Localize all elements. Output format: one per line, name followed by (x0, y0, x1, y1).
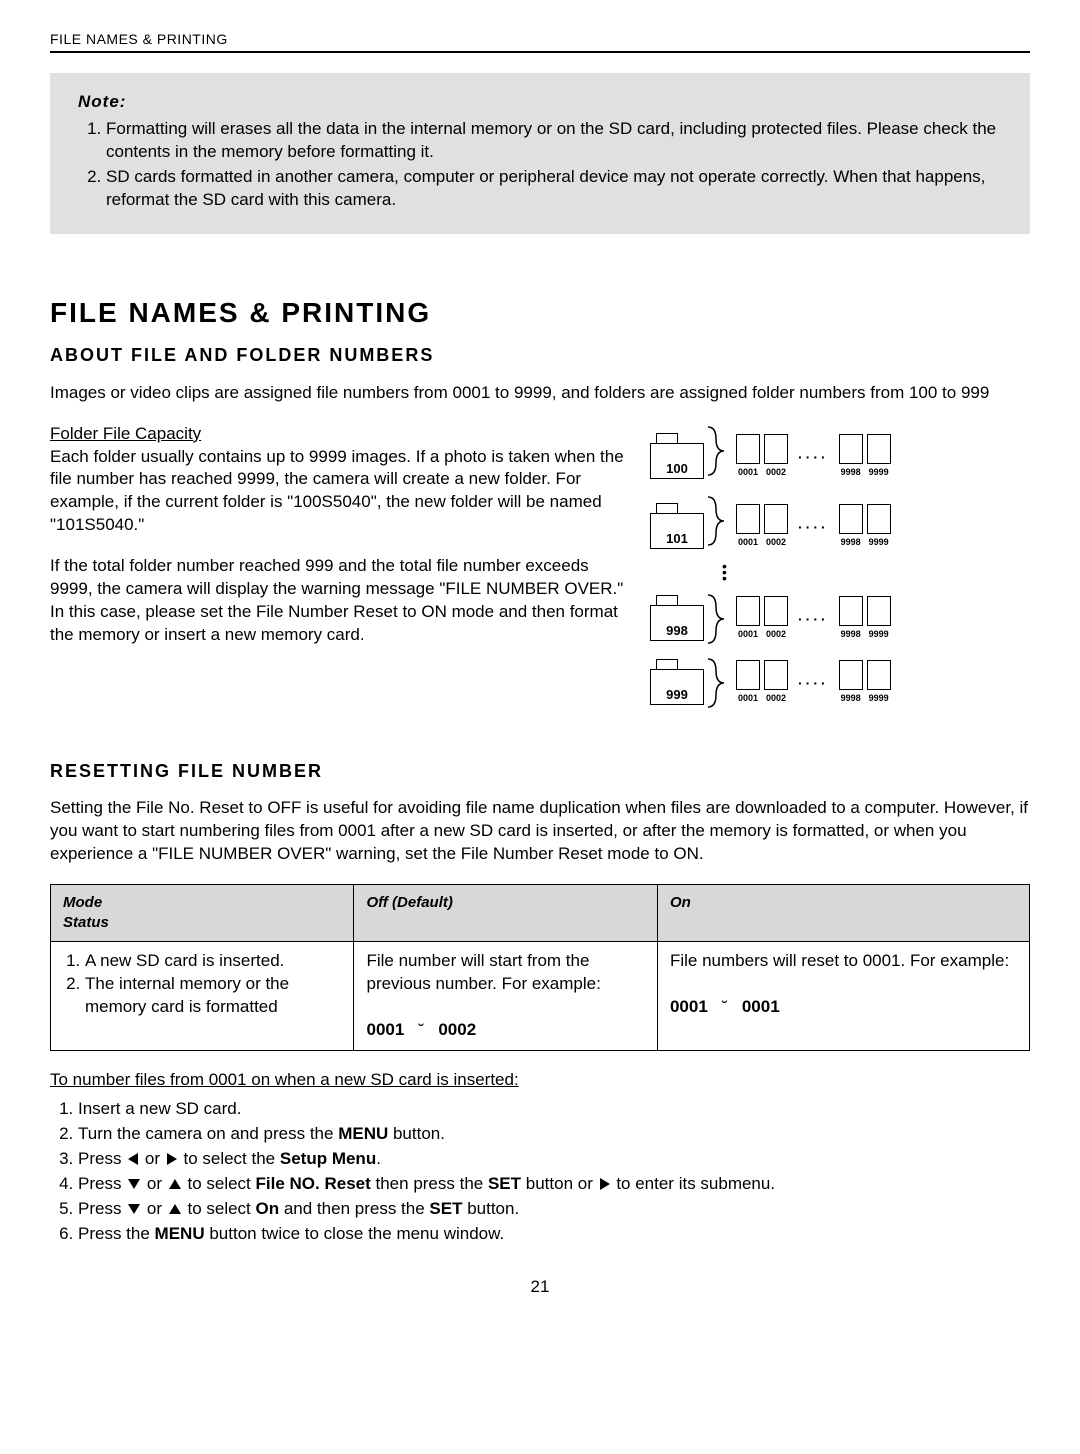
step-item: Insert a new SD card. (78, 1098, 1030, 1121)
reset-title: RESETTING FILE NUMBER (50, 759, 1030, 783)
arrow-right-icon (167, 1153, 177, 1165)
note-label: Note: (78, 91, 1002, 114)
reset-intro: Setting the File No. Reset to OFF is use… (50, 797, 1030, 866)
arrow-down-icon (128, 1179, 140, 1189)
folder-icon: 998 (650, 603, 704, 643)
brace-icon (704, 655, 736, 707)
reset-table: Mode Status Off (Default) On A new SD ca… (50, 884, 1030, 1051)
arrow-left-icon (128, 1153, 138, 1165)
diagram-row: 99900010002····99989999 (650, 655, 1030, 707)
arrow-down-icon (128, 1204, 140, 1214)
arrow-right-icon (600, 1178, 610, 1190)
diagram-row: 10000010002····99989999 (650, 423, 1030, 481)
step-item: Press or to select On and then press the… (78, 1198, 1030, 1221)
sub-section-title: ABOUT FILE AND FOLDER NUMBERS (50, 343, 1030, 367)
note-item: Formatting will erases all the data in t… (106, 118, 1002, 164)
table-cell-on: File numbers will reset to 0001. For exa… (657, 942, 1029, 1051)
running-head: FILE NAMES & PRINTING (50, 30, 1030, 53)
step-item: Press the MENU button twice to close the… (78, 1223, 1030, 1246)
brace-icon (704, 591, 736, 643)
folder-icon: 100 (650, 441, 704, 481)
step-item: Turn the camera on and press the MENU bu… (78, 1123, 1030, 1146)
folder-icon: 101 (650, 511, 704, 551)
table-cell-off: File number will start from the previous… (354, 942, 657, 1051)
arrow-up-icon (169, 1204, 181, 1214)
arrow-up-icon (169, 1179, 181, 1189)
table-header-mode-status: Mode Status (51, 884, 354, 942)
folder-file-diagram: 10000010002····99989999 10100010002····99… (650, 423, 1030, 719)
folder-capacity-block: Folder File Capacity Each folder usually… (50, 423, 632, 538)
folder-capacity-p1: Each folder usually contains up to 9999 … (50, 447, 624, 535)
brace-icon (704, 423, 736, 481)
table-cell-situation: A new SD card is inserted. The internal … (51, 942, 354, 1051)
brace-icon (704, 493, 736, 551)
step-item: Press or to select the Setup Menu. (78, 1148, 1030, 1171)
note-list: Formatting will erases all the data in t… (78, 118, 1002, 212)
folder-icon: 999 (650, 667, 704, 707)
note-item: SD cards formatted in another camera, co… (106, 166, 1002, 212)
folder-capacity-p2: If the total folder number reached 999 a… (50, 555, 632, 647)
diagram-row: 99800010002····99989999 (650, 591, 1030, 643)
folder-capacity-heading: Folder File Capacity (50, 424, 201, 443)
intro-paragraph: Images or video clips are assigned file … (50, 382, 1030, 405)
steps-heading: To number files from 0001 on when a new … (50, 1069, 1030, 1092)
steps-list: Insert a new SD card. Turn the camera on… (50, 1098, 1030, 1246)
situation-item: A new SD card is inserted. (85, 950, 341, 973)
situation-item: The internal memory or the memory card i… (85, 973, 341, 1019)
step-item: Press or to select File NO. Reset then p… (78, 1173, 1030, 1196)
page-number: 21 (50, 1276, 1030, 1299)
table-header-on: On (657, 884, 1029, 942)
note-box: Note: Formatting will erases all the dat… (50, 73, 1030, 234)
table-header-off: Off (Default) (354, 884, 657, 942)
section-title: FILE NAMES & PRINTING (50, 294, 1030, 332)
diagram-row: 10100010002····99989999 (650, 493, 1030, 551)
